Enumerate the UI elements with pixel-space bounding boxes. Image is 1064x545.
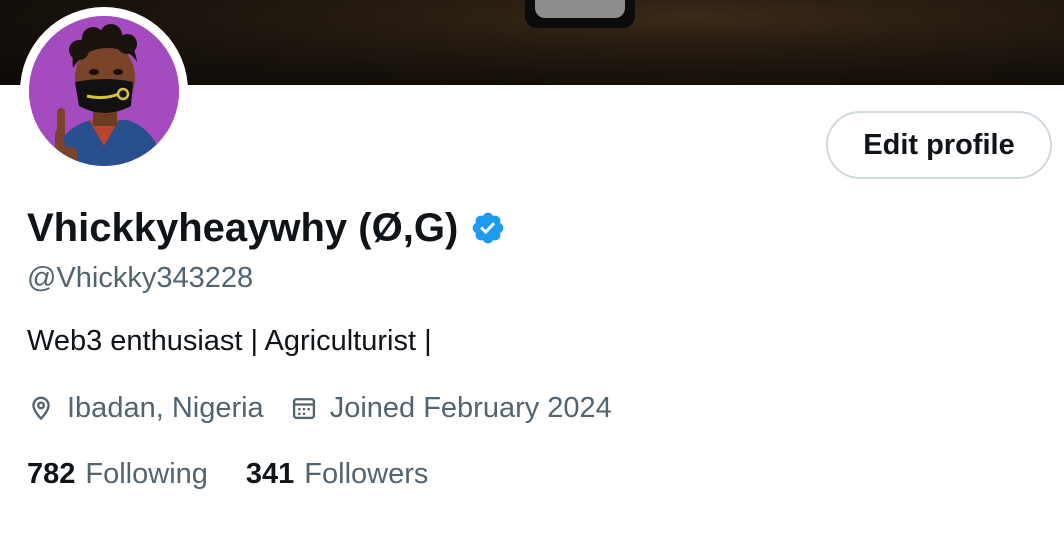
calendar-icon xyxy=(290,394,318,422)
joined-text: Joined February 2024 xyxy=(329,391,612,424)
followers-count: 341 xyxy=(245,457,295,490)
joined-item: Joined February 2024 xyxy=(290,392,612,425)
avatar-illustration xyxy=(29,16,179,166)
following-link[interactable]: 782 Following xyxy=(27,458,208,491)
profile-page: Edit profile Vhickkyheaywhy (Ø,G) @Vhick… xyxy=(0,0,1064,545)
verified-badge-icon[interactable] xyxy=(470,210,506,246)
followers-link[interactable]: 341 Followers xyxy=(246,458,428,491)
name-row: Vhickkyheaywhy (Ø,G) xyxy=(27,200,506,256)
display-name: Vhickkyheaywhy (Ø,G) xyxy=(27,205,459,250)
banner-overlay-handle-inner xyxy=(535,0,625,18)
edit-profile-button[interactable]: Edit profile xyxy=(826,111,1052,179)
follow-stats: 782 Following 341 Followers xyxy=(27,454,428,494)
location-item: Ibadan, Nigeria xyxy=(27,392,264,425)
location-text: Ibadan, Nigeria xyxy=(67,391,264,424)
user-handle: @Vhickky343228 xyxy=(27,262,254,294)
following-count: 782 xyxy=(27,457,76,490)
profile-meta: Ibadan, Nigeria Joined February 2024 xyxy=(27,388,612,428)
location-pin-icon xyxy=(27,394,55,422)
followers-label: Followers xyxy=(304,457,429,490)
avatar[interactable] xyxy=(29,16,179,166)
profile-bio: Web3 enthusiast | Agriculturist | xyxy=(27,325,432,357)
following-label: Following xyxy=(85,457,208,490)
